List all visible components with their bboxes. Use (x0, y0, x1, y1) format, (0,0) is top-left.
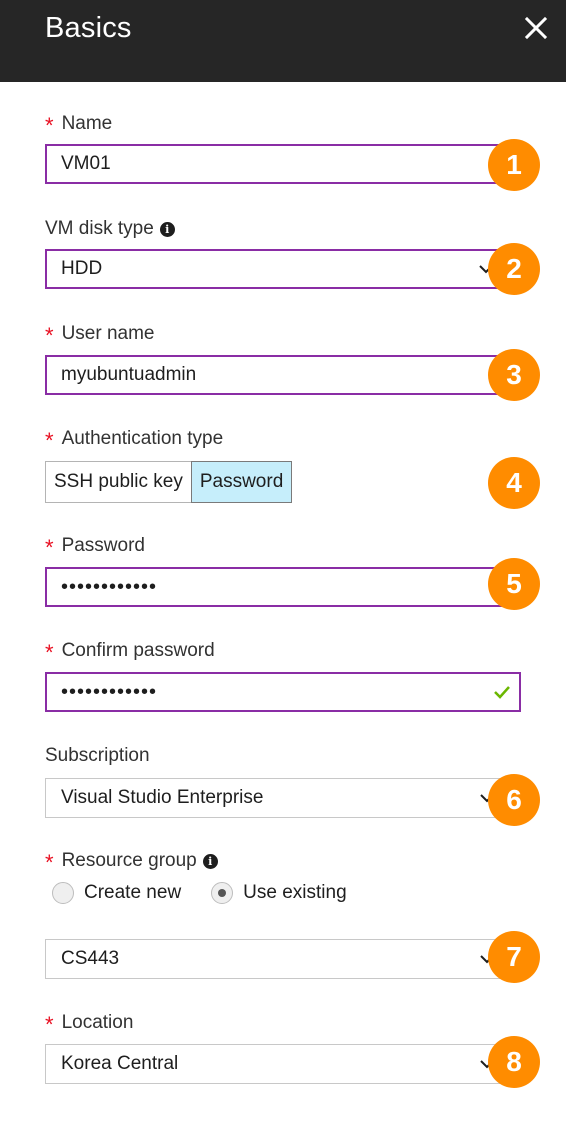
step-badge-6: 6 (488, 774, 540, 826)
radio-button-selected[interactable] (211, 882, 234, 904)
resource-group-label: * Resource group i (45, 850, 218, 875)
step-badge-1: 1 (488, 139, 540, 191)
user-name-label: * User name (45, 323, 155, 348)
password-label: * Password (45, 535, 145, 560)
step-badge-5: 5 (488, 558, 540, 610)
location-label: * Location (45, 1012, 134, 1037)
step-badge-2: 2 (488, 243, 540, 295)
step-badge-7: 7 (488, 931, 540, 983)
auth-type-label: * Authentication type (45, 428, 224, 453)
radio-use-existing[interactable]: Use existing (211, 882, 347, 904)
resource-group-radio-group: Create new Use existing (52, 882, 377, 904)
required-star: * (45, 850, 54, 875)
password-input[interactable]: •••••••••••• (45, 567, 517, 607)
step-badge-3: 3 (488, 349, 540, 401)
name-input[interactable]: VM01 (45, 144, 517, 184)
required-star: * (45, 113, 54, 138)
close-icon[interactable] (520, 12, 552, 44)
confirm-password-input[interactable]: •••••••••••• (45, 672, 521, 712)
info-icon[interactable]: i (159, 221, 175, 237)
name-label: * Name (45, 113, 113, 138)
user-name-input[interactable]: myubuntuadmin (45, 355, 517, 395)
step-badge-4: 4 (488, 457, 540, 509)
disk-type-label: VM disk type i (45, 218, 175, 240)
location-select[interactable]: Korea Central (45, 1044, 517, 1084)
step-badge-8: 8 (488, 1036, 540, 1088)
radio-create-new[interactable]: Create new (52, 882, 181, 904)
auth-option-password[interactable]: Password (190, 461, 293, 503)
radio-button[interactable] (52, 882, 74, 904)
required-star: * (45, 1012, 54, 1037)
required-star: * (45, 428, 54, 453)
blade-title: Basics (45, 12, 132, 44)
required-star: * (45, 535, 54, 560)
required-star: * (45, 323, 54, 348)
confirm-password-label: * Confirm password (45, 640, 215, 665)
resource-group-select[interactable]: CS443 (45, 939, 517, 979)
required-star: * (45, 640, 54, 665)
subscription-label: Subscription (45, 745, 150, 766)
disk-type-select[interactable]: HDD (45, 249, 517, 289)
auth-option-ssh[interactable]: SSH public key (46, 462, 191, 502)
info-icon[interactable]: i (202, 853, 218, 869)
auth-type-toggle: SSH public key Password (45, 461, 293, 503)
subscription-select[interactable]: Visual Studio Enterprise (45, 778, 517, 818)
checkmark-icon (494, 686, 510, 699)
blade-header: Basics (0, 0, 566, 82)
